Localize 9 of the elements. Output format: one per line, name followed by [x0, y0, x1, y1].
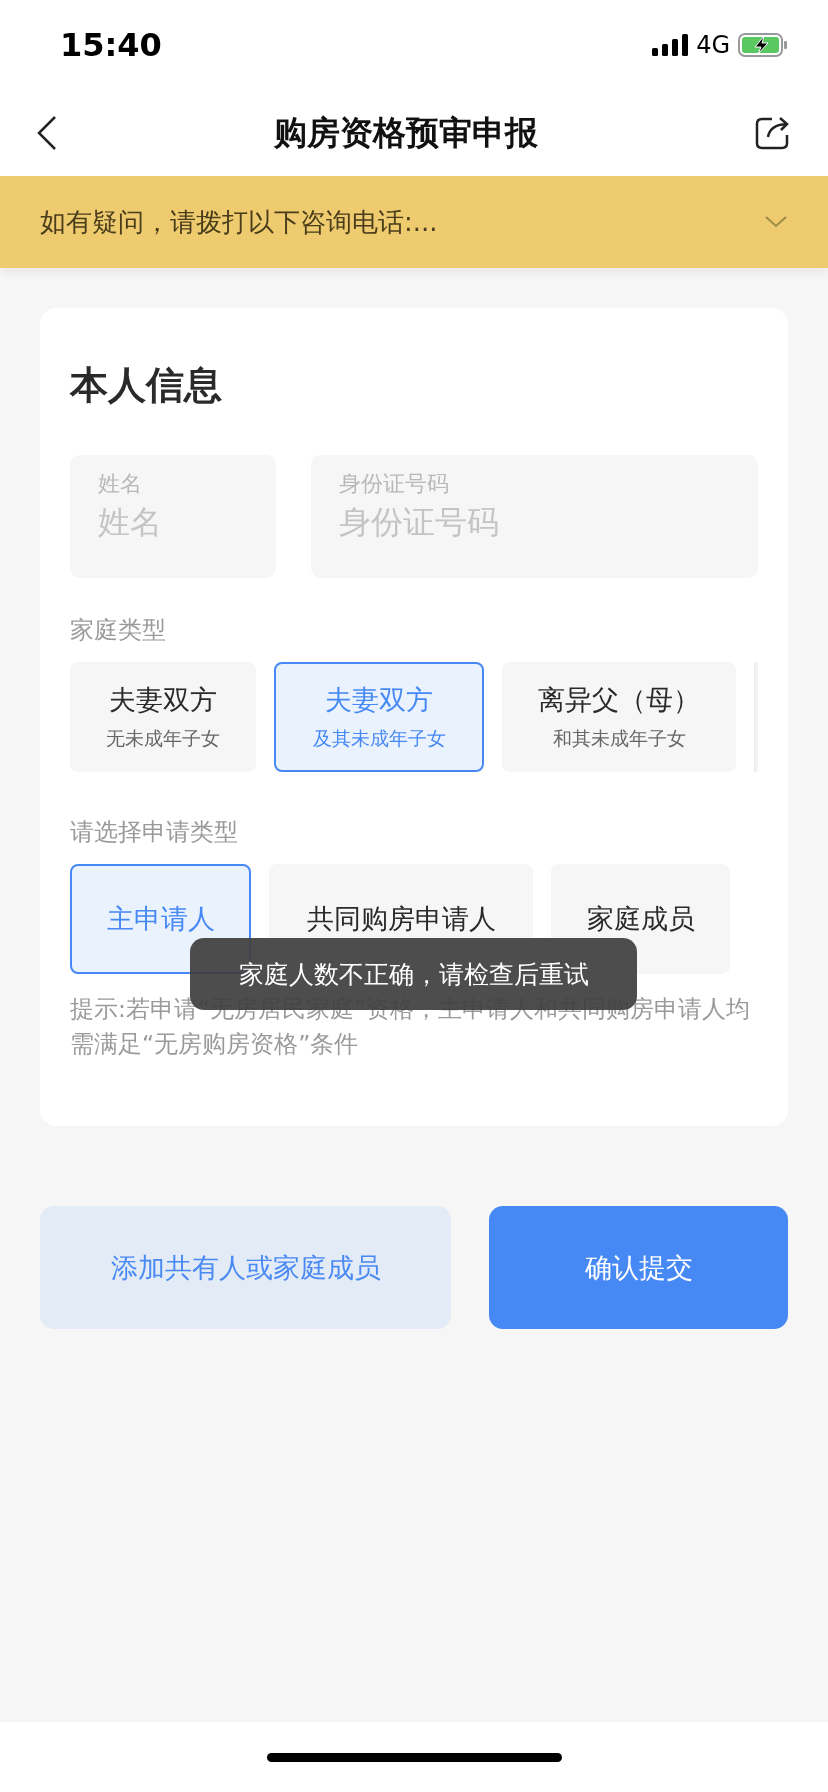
network-label: 4G — [696, 31, 730, 59]
section-label: 请选择申请类型 — [70, 817, 239, 848]
card-title: 本人信息 — [70, 362, 223, 409]
notice-text: 如有疑问，请拨打以下咨询电话:... — [40, 205, 438, 239]
page-title: 购房资格预审申报 — [274, 111, 538, 154]
status-time: 15:40 — [60, 26, 162, 64]
field-label: 身份证号码 — [339, 470, 450, 498]
field-label: 姓名 — [98, 470, 143, 498]
section-label: 家庭类型 — [70, 615, 167, 646]
